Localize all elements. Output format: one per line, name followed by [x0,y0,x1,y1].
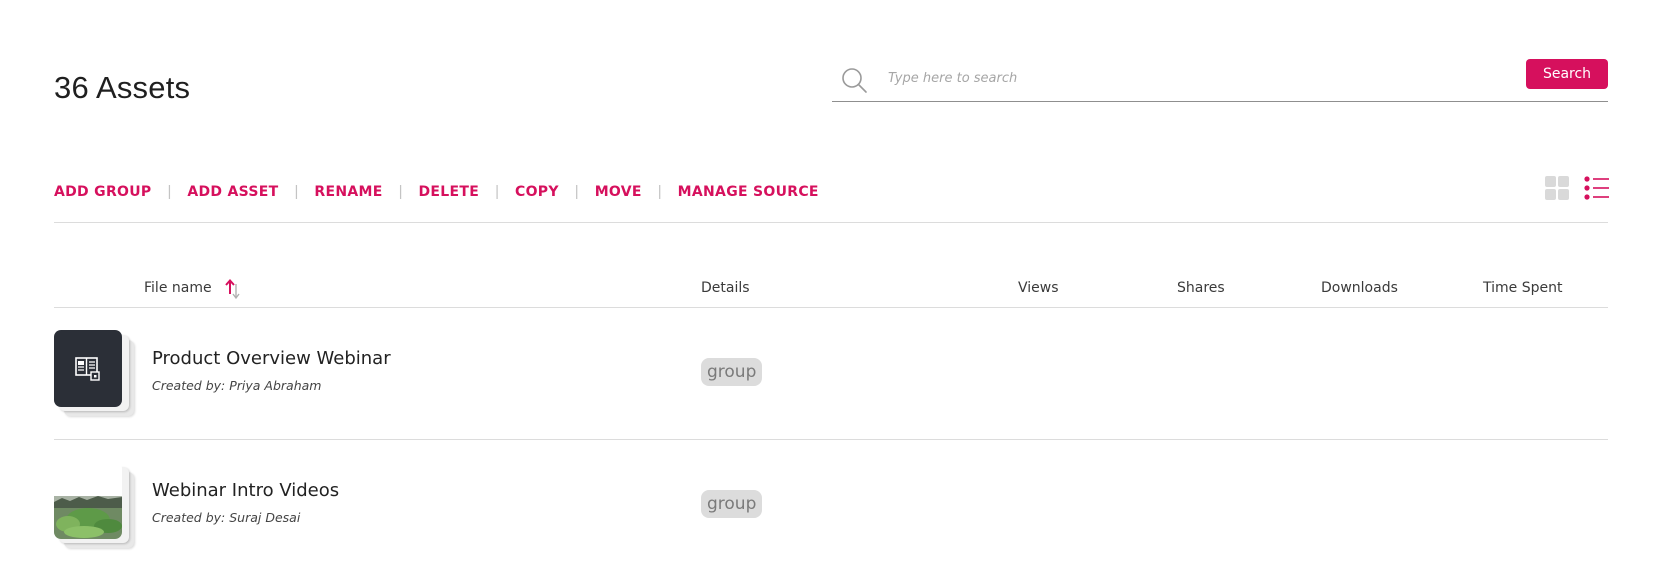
column-header-views[interactable]: Views [1018,280,1059,296]
asset-thumbnail[interactable] [54,462,136,548]
created-by-label: Created by: [152,510,226,525]
toolbar-separator: | [294,183,299,200]
list-view-icon[interactable] [1584,175,1610,201]
column-header-shares[interactable]: Shares [1177,280,1225,296]
add-asset-button[interactable]: ADD ASSET [187,184,278,200]
asset-created-by: Created by: Priya Abraham [152,378,321,393]
table-row[interactable]: Product Overview Webinar Created by: Pri… [54,308,1608,440]
type-badge: group [701,358,763,386]
asset-toolbar: ADD GROUP | ADD ASSET | RENAME | DELETE … [54,183,819,200]
type-badge: group [701,490,763,518]
grid-view-icon[interactable] [1544,175,1570,201]
asset-thumbnail[interactable] [54,330,136,416]
toolbar-separator: | [574,183,579,200]
manage-source-button[interactable]: MANAGE SOURCE [678,184,819,200]
toolbar-separator: | [495,183,500,200]
created-by-name: Priya Abraham [229,378,322,393]
delete-button[interactable]: DELETE [419,184,480,200]
column-header-downloads[interactable]: Downloads [1321,280,1398,296]
column-header-time-spent[interactable]: Time Spent [1483,280,1562,296]
search-input[interactable] [888,64,1528,92]
toolbar-divider [54,222,1608,223]
landscape-photo-thumbnail [54,462,122,539]
toolbar-separator: | [167,183,172,200]
move-button[interactable]: MOVE [595,184,642,200]
rename-button[interactable]: RENAME [314,184,382,200]
asset-name[interactable]: Webinar Intro Videos [152,480,339,501]
asset-name[interactable]: Product Overview Webinar [152,348,391,369]
created-by-name: Suraj Desai [229,510,301,525]
column-header-file-name[interactable]: File name [144,280,212,296]
view-toggle [1544,175,1610,201]
page-title: 36 Assets [54,70,191,105]
table-row[interactable]: Webinar Intro Videos Created by: Suraj D… [54,440,1608,566]
sort-arrows-icon[interactable] [224,278,242,300]
toolbar-separator: | [398,183,403,200]
search-button[interactable]: Search [1526,59,1608,89]
asset-created-by: Created by: Suraj Desai [152,510,300,525]
column-header-details: Details [701,280,750,296]
copy-button[interactable]: COPY [515,184,559,200]
toolbar-separator: | [657,183,662,200]
add-group-button[interactable]: ADD GROUP [54,184,151,200]
search-bar: Search [832,56,1608,102]
document-gallery-icon [75,356,100,381]
created-by-label: Created by: [152,378,226,393]
search-icon [842,68,867,93]
